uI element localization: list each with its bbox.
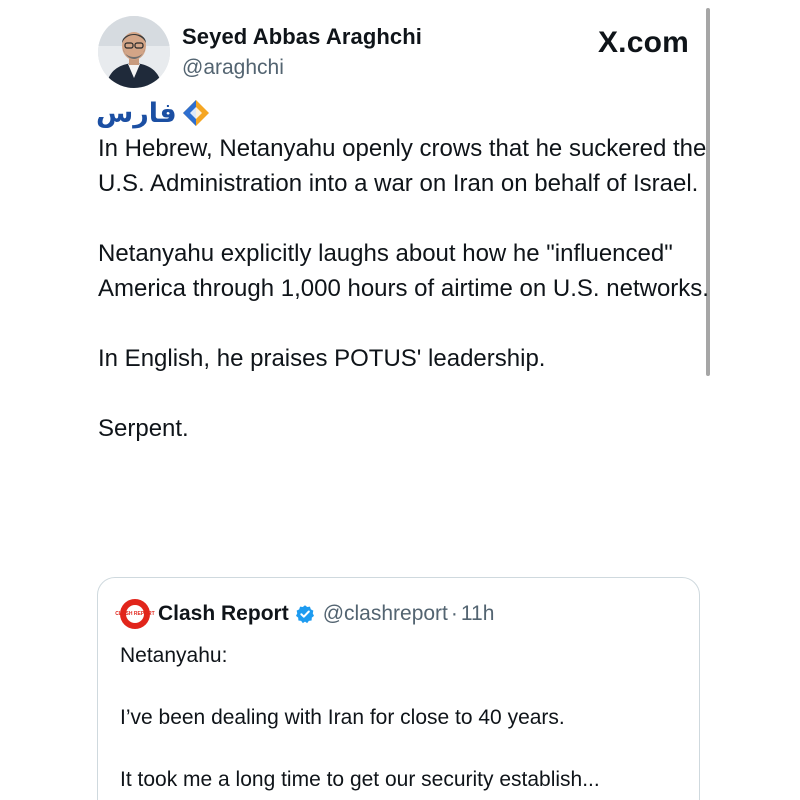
- tweet-screenshot: Seyed Abbas Araghchi @araghchi X.com فار…: [0, 0, 800, 800]
- tweet-paragraph: Serpent.: [98, 415, 189, 442]
- quoted-tweet-card[interactable]: CLASH REPORT Clash Report @clashreport ·…: [97, 577, 700, 800]
- quoted-avatar-label: CLASH REPORT: [115, 605, 155, 623]
- quoted-avatar[interactable]: CLASH REPORT: [115, 599, 155, 629]
- quoted-author-name[interactable]: Clash Report: [158, 602, 289, 626]
- watermark: فارس: [96, 93, 211, 133]
- fars-diamond-logo-icon: [182, 100, 209, 126]
- brand-logo: X.com: [597, 26, 689, 59]
- quoted-paragraph: Netanyahu:: [120, 644, 228, 667]
- quoted-author-handle[interactable]: @clashreport: [323, 602, 448, 626]
- tweet-paragraph: In Hebrew, Netanyahu openly crows that h…: [98, 135, 707, 197]
- author-name[interactable]: Seyed Abbas Araghchi: [182, 24, 422, 50]
- tweet-text: In Hebrew, Netanyahu openly crows that h…: [98, 131, 718, 481]
- author-handle[interactable]: @araghchi: [182, 56, 284, 80]
- quoted-timestamp[interactable]: 11h: [461, 602, 494, 626]
- verified-badge-icon: [295, 605, 314, 624]
- quoted-tweet-header: CLASH REPORT Clash Report @clashreport ·…: [115, 598, 494, 630]
- tweet-paragraph: In English, he praises POTUS' leadership…: [98, 345, 546, 372]
- tweet-paragraph: Netanyahu explicitly laughs about how he…: [98, 240, 709, 302]
- profile-photo-icon: [98, 16, 170, 88]
- quoted-paragraph: It took me a long time to get our securi…: [120, 768, 600, 791]
- quoted-paragraph: I’ve been dealing with Iran for close to…: [120, 706, 565, 729]
- watermark-text: فارس: [96, 97, 177, 129]
- quoted-tweet-text: Netanyahu: I’ve been dealing with Iran f…: [120, 640, 680, 800]
- avatar[interactable]: [98, 16, 170, 88]
- separator-dot: ·: [450, 602, 458, 625]
